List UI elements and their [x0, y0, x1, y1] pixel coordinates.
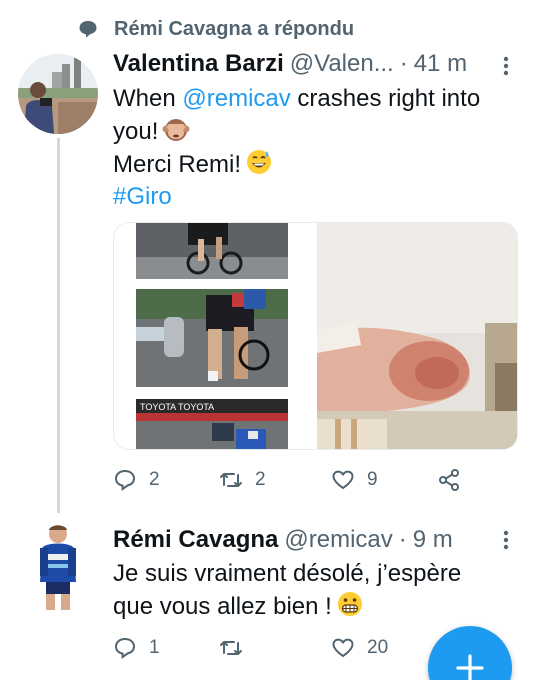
like-button[interactable]: 20	[331, 636, 435, 660]
tweet-text-part: crashes right into	[290, 85, 481, 112]
share-icon	[439, 469, 459, 491]
separator: ·	[398, 526, 407, 553]
race-photo-3[interactable]: TOYOTA TOYOTA	[136, 399, 288, 450]
retweet-button[interactable]	[219, 636, 323, 660]
author-handle[interactable]: @Valen...	[290, 50, 394, 78]
tweet-text-part: When	[113, 85, 183, 112]
plus-icon	[456, 654, 484, 680]
timestamp[interactable]: 9 m	[413, 526, 453, 554]
retweet-icon	[220, 473, 242, 487]
bruised-elbow-photo[interactable]	[317, 223, 518, 450]
hashtag-link[interactable]: #Giro	[113, 181, 480, 213]
tweet-actions: 1 20	[113, 636, 435, 660]
compose-tweet-button[interactable]	[428, 626, 512, 680]
tweet-media[interactable]: TOYOTA TOYOTA	[113, 222, 518, 450]
tweet-header: Valentina Barzi @Valen... · 41 m	[113, 50, 467, 78]
reply-icon	[114, 637, 136, 659]
retweet-button[interactable]: 2	[219, 468, 323, 492]
tweet-text-part: Je suis vraiment désolé, j’espère	[113, 560, 462, 587]
reply-count: 1	[149, 637, 160, 658]
reply-context[interactable]: Rémi Cavagna a répondu	[78, 14, 354, 44]
reply-icon	[114, 469, 136, 491]
media-collage[interactable]: TOYOTA TOYOTA	[114, 223, 311, 450]
see-no-evil-monkey-icon	[162, 119, 190, 141]
reply-button[interactable]: 2	[113, 468, 217, 492]
tweet-text-part: que vous allez bien !	[113, 593, 332, 620]
more-options-icon[interactable]	[498, 528, 514, 552]
grimacing-face-icon	[337, 592, 362, 616]
reply-button[interactable]: 1	[113, 636, 217, 660]
grinning-sweat-face-icon	[247, 150, 272, 174]
race-photo-2[interactable]	[136, 289, 288, 387]
retweet-icon	[220, 641, 242, 655]
author-name[interactable]: Valentina Barzi	[113, 50, 284, 78]
race-photo-1[interactable]	[136, 223, 288, 279]
avatar-remi[interactable]	[28, 520, 86, 612]
retweet-count: 2	[255, 469, 266, 490]
share-button[interactable]	[437, 468, 467, 492]
avatar-valentina[interactable]	[18, 54, 98, 134]
speech-bubble-icon	[79, 21, 97, 38]
reply-count: 2	[149, 469, 160, 490]
tweet-text: Je suis vraiment désolé, j’espère que vo…	[113, 558, 461, 623]
mention-link[interactable]: @remicav	[182, 85, 290, 112]
heart-icon	[332, 638, 354, 657]
thread-line	[57, 138, 60, 513]
tweet-text-part: you!	[113, 118, 159, 145]
tweet-header: Rémi Cavagna @remicav · 9 m	[113, 526, 453, 554]
separator: ·	[399, 50, 408, 77]
like-count: 20	[367, 637, 389, 658]
timestamp[interactable]: 41 m	[414, 50, 467, 78]
tweet-text-part: Merci Remi!	[113, 151, 242, 178]
like-count: 9	[367, 469, 378, 490]
author-name[interactable]: Rémi Cavagna	[113, 526, 278, 554]
reply-context-text: Rémi Cavagna a répondu	[114, 17, 355, 40]
like-button[interactable]: 9	[331, 468, 435, 492]
author-handle[interactable]: @remicav	[284, 526, 392, 554]
tweet-actions: 2 2 9	[113, 468, 467, 492]
more-options-icon[interactable]	[498, 54, 514, 78]
heart-icon	[332, 470, 354, 489]
svg-text:TOYOTA TOYOTA: TOYOTA TOYOTA	[140, 402, 214, 412]
tweet-text: When @remicav crashes right into you! Me…	[113, 83, 480, 213]
